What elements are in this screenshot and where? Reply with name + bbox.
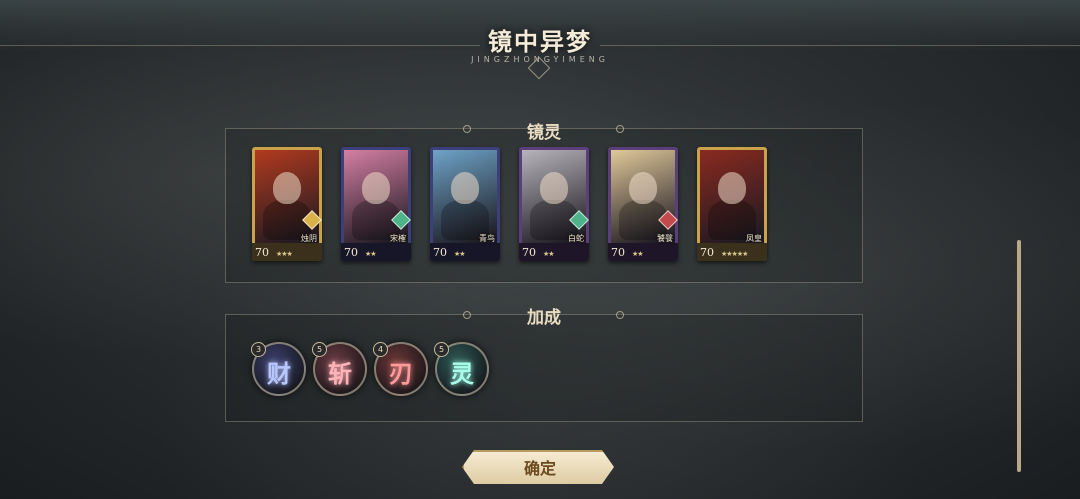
spirit-level: 70 [433,246,447,259]
spirit-name: 青鸟 [479,234,495,243]
spirit-level: 70 [611,246,625,259]
spirit-stars: ★★ [365,250,377,258]
spirit-portrait [611,150,675,243]
scrollbar[interactable] [1017,240,1021,472]
confirm-button[interactable]: 确定 [462,450,614,484]
portrait-face [629,172,657,204]
spirit-level: 70 [522,246,536,259]
bonus-glyph: 灵 [450,359,474,388]
spirit-stars: ★★ [632,250,644,258]
portrait-face [362,172,390,204]
spirit-card[interactable]: 70 ★★★ 烛阴 [252,147,322,261]
portrait-face [540,172,568,204]
bonus-count: 5 [312,342,327,357]
spirit-name: 饕餮 [657,234,673,243]
portrait-face [451,172,479,204]
spirit-stars: ★★ [543,250,555,258]
spirit-name: 烛阴 [301,234,317,243]
spirit-stars: ★★★ [276,250,293,258]
bonus-count: 5 [434,342,449,357]
bonus-glyph: 刃 [389,359,413,388]
portrait-face [273,172,301,204]
spirit-stars: ★★ [454,250,466,258]
ornament-dot-icon [463,125,471,133]
spirit-portrait [344,150,408,243]
bonus-glyph: 财 [267,359,291,388]
bonus-badge[interactable]: 刃 4 [373,342,428,396]
bonus-panel-title: 加成 [527,308,561,328]
spirit-card[interactable]: 70 ★★ 宋榷 [341,147,411,261]
spirit-level: 70 [700,246,714,259]
spirit-card[interactable]: 70 ★★ 青鸟 [430,147,500,261]
spirit-level: 70 [344,246,358,259]
ornament-dot-icon [616,311,624,319]
spirit-name: 白蛇 [568,234,584,243]
spirit-name: 凤皇 [746,234,762,243]
spirit-name: 宋榷 [390,234,406,243]
spirit-stars: ★★★★★ [721,250,748,258]
portrait-face [718,172,746,204]
bonus-glyph: 斩 [328,359,352,388]
bonus-count: 4 [373,342,388,357]
spirit-card[interactable]: 70 ★★★★★ 凤皇 [697,147,767,261]
spirit-portrait [433,150,497,243]
bonus-count: 3 [251,342,266,357]
spirit-portrait [522,150,586,243]
bonus-badge[interactable]: 斩 5 [312,342,367,396]
page-title: 镜中异梦 [488,27,592,56]
ornament-dot-icon [616,125,624,133]
bonus-badge[interactable]: 灵 5 [434,342,489,396]
spirit-card[interactable]: 70 ★★ 白蛇 [519,147,589,261]
ornament-dot-icon [463,311,471,319]
bonus-badge[interactable]: 财 3 [251,342,306,396]
spirit-card[interactable]: 70 ★★ 饕餮 [608,147,678,261]
spirit-portrait [255,150,319,243]
spirit-level: 70 [255,246,269,259]
spirits-panel-title: 镜灵 [527,123,561,143]
spirit-portrait [700,150,764,243]
